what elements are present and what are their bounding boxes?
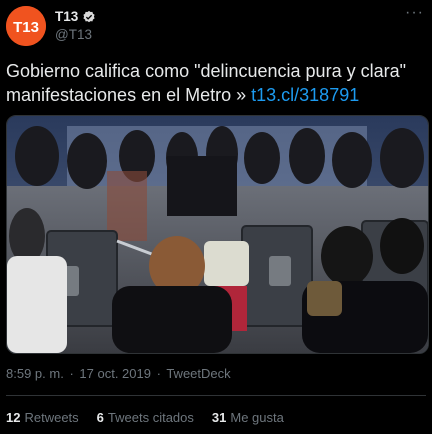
tweet-time[interactable]: 8:59 p. m. [6, 366, 64, 381]
tweet-stats: 12 Retweets 6 Tweets citados 31 Me gusta [6, 410, 284, 425]
tweet-header: T13 T13 @T13 ··· [6, 4, 426, 46]
metro-protest-photo [7, 116, 428, 353]
tweet-source[interactable]: TweetDeck [166, 366, 230, 381]
t13-logo-icon: T13 [6, 6, 46, 46]
meta-separator: · [69, 366, 74, 381]
display-name[interactable]: T13 [55, 9, 78, 24]
tweet-text: Gobierno califica como "delincuencia pur… [6, 59, 426, 107]
tweet-link[interactable]: t13.cl/318791 [251, 85, 359, 105]
tweet-meta: 8:59 p. m. · 17 oct. 2019 · TweetDeck [6, 366, 233, 381]
likes-stat[interactable]: 31 Me gusta [212, 410, 284, 425]
tweet-date[interactable]: 17 oct. 2019 [79, 366, 151, 381]
quote-tweets-stat[interactable]: 6 Tweets citados [97, 410, 194, 425]
meta-separator: · [156, 366, 161, 381]
avatar[interactable]: T13 [6, 6, 46, 46]
divider [6, 395, 426, 396]
tweet-photo[interactable] [6, 115, 429, 354]
retweets-stat[interactable]: 12 Retweets [6, 410, 79, 425]
verified-badge-icon [83, 10, 95, 22]
handle[interactable]: @T13 [55, 27, 96, 42]
more-options-icon[interactable]: ··· [405, 4, 424, 22]
author-names: T13 @T13 [55, 9, 96, 42]
svg-text:T13: T13 [13, 19, 39, 36]
